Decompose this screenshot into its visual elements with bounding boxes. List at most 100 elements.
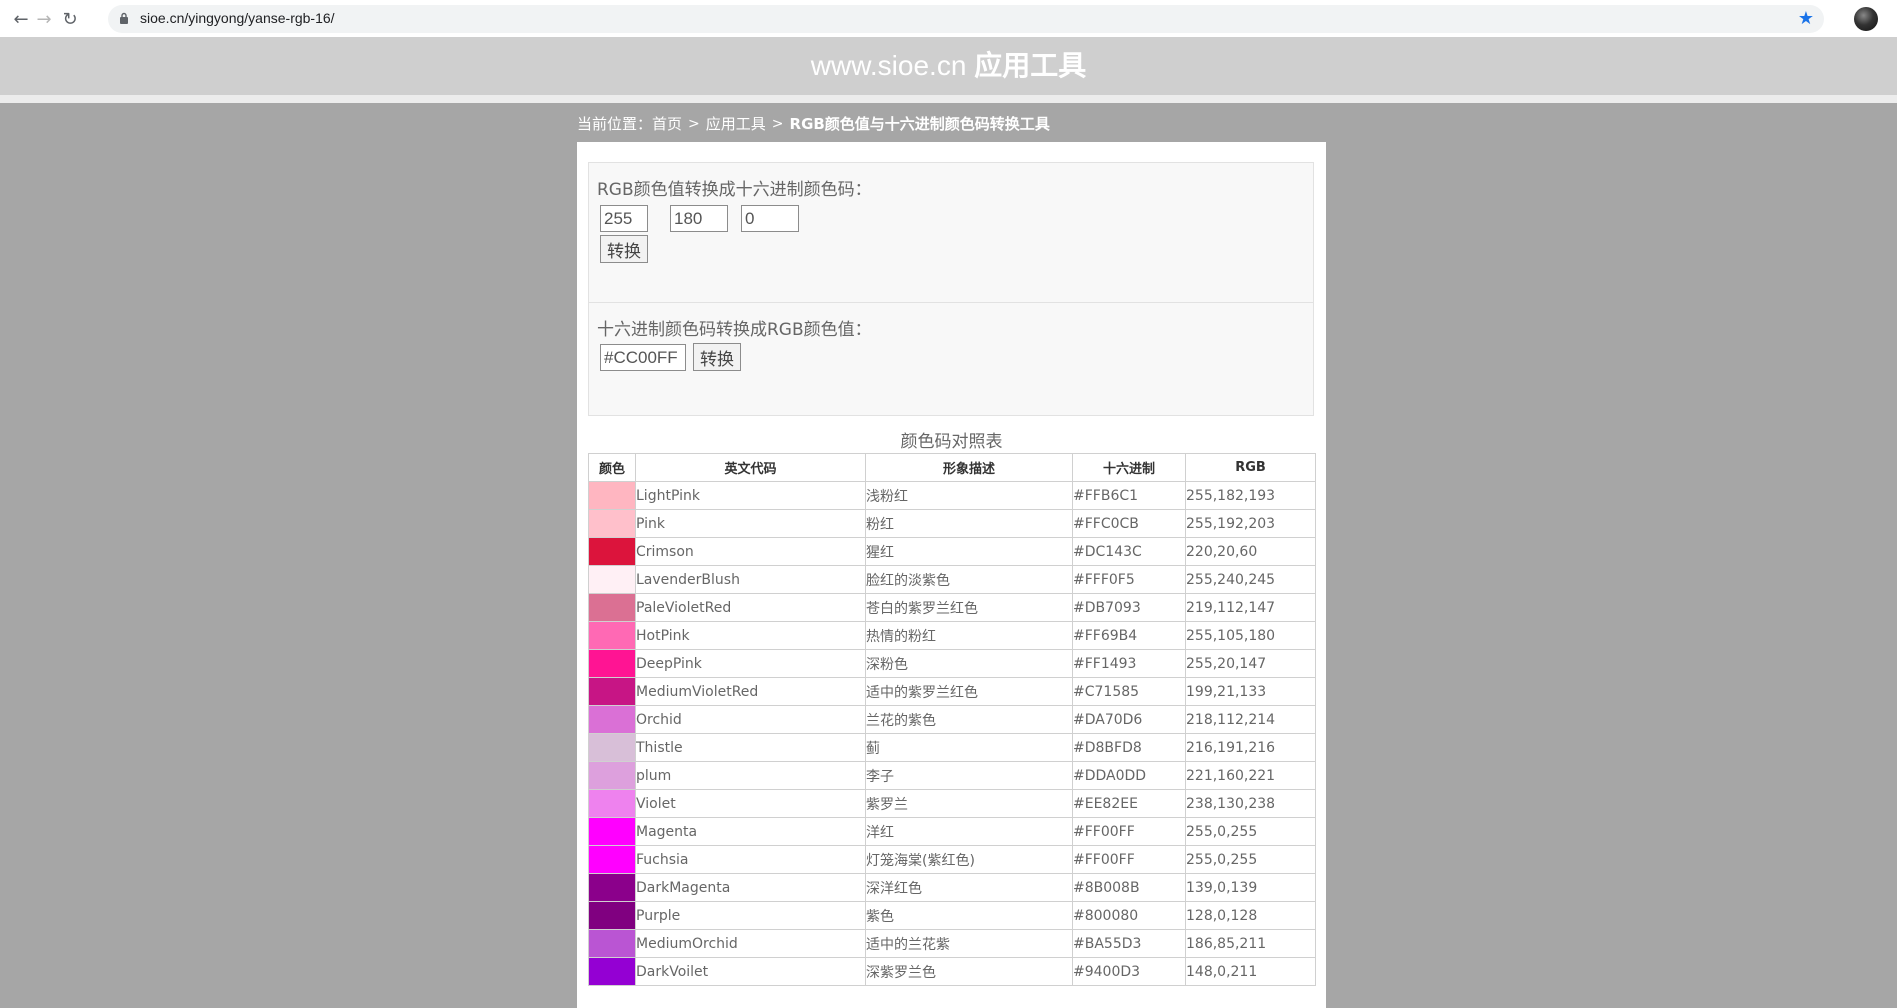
- table-row: Orchid 兰花的紫色 #DA70D6 218,112,214: [588, 705, 1316, 734]
- color-table-body: LightPink 浅粉红 #FFB6C1 255,182,193 Pink 粉红 #FFC…: [588, 481, 1316, 986]
- color-hex-code: #DC143C: [1072, 537, 1186, 566]
- blue-input[interactable]: [741, 205, 799, 232]
- color-swatch: [588, 537, 636, 566]
- color-english-name: Fuchsia: [635, 845, 866, 874]
- color-description: 灯笼海棠(紫红色): [865, 845, 1073, 874]
- lock-icon: [120, 12, 128, 24]
- header-hex: 十六进制: [1072, 453, 1186, 482]
- breadcrumb-prefix: 当前位置：: [577, 115, 653, 133]
- color-description: 猩红: [865, 537, 1073, 566]
- color-english-name: Thistle: [635, 733, 866, 762]
- site-header: www.sioe.cn 应用工具: [0, 37, 1897, 103]
- color-description: 粉红: [865, 509, 1073, 538]
- color-hex-code: #9400D3: [1072, 957, 1186, 986]
- color-swatch: [588, 789, 636, 818]
- color-swatch: [588, 649, 636, 678]
- color-hex-code: #DA70D6: [1072, 705, 1186, 734]
- color-hex-code: #FF00FF: [1072, 845, 1186, 874]
- rgb-convert-button[interactable]: 转换: [600, 235, 648, 263]
- color-swatch: [588, 845, 636, 874]
- color-swatch: [588, 901, 636, 930]
- color-rgb-value: 221,160,221: [1185, 761, 1316, 790]
- color-rgb-value: 128,0,128: [1185, 901, 1316, 930]
- color-english-name: DarkVoilet: [635, 957, 866, 986]
- back-arrow-icon[interactable]: ←: [9, 7, 33, 31]
- color-hex-code: #8B008B: [1072, 873, 1186, 902]
- table-row: HotPink 热情的粉红 #FF69B4 255,105,180: [588, 621, 1316, 650]
- hex-to-rgb-tool: 十六进制颜色码转换成RGB颜色值： 转换: [588, 302, 1314, 416]
- color-hex-code: #D8BFD8: [1072, 733, 1186, 762]
- color-swatch: [588, 677, 636, 706]
- color-swatch: [588, 761, 636, 790]
- table-row: MediumOrchid 适中的兰花紫 #BA55D3 186,85,211: [588, 929, 1316, 958]
- color-rgb-value: 255,0,255: [1185, 817, 1316, 846]
- url-text: sioe.cn/yingyong/yanse-rgb-16/: [140, 10, 335, 26]
- color-english-name: plum: [635, 761, 866, 790]
- color-english-name: Orchid: [635, 705, 866, 734]
- color-rgb-value: 139,0,139: [1185, 873, 1316, 902]
- color-description: 深洋红色: [865, 873, 1073, 902]
- color-swatch: [588, 733, 636, 762]
- color-english-name: LavenderBlush: [635, 565, 866, 594]
- table-row: DarkMagenta 深洋红色 #8B008B 139,0,139: [588, 873, 1316, 902]
- hex-convert-button[interactable]: 转换: [693, 343, 741, 371]
- color-english-name: LightPink: [635, 481, 866, 510]
- browser-toolbar: ← → ↻ sioe.cn/yingyong/yanse-rgb-16/ ★: [0, 0, 1897, 38]
- color-rgb-value: 148,0,211: [1185, 957, 1316, 986]
- header-rgb: RGB: [1185, 453, 1316, 482]
- color-swatch: [588, 957, 636, 986]
- table-row: Violet 紫罗兰 #EE82EE 238,130,238: [588, 789, 1316, 818]
- color-description: 适中的兰花紫: [865, 929, 1073, 958]
- red-input[interactable]: [600, 205, 648, 232]
- table-row: LavenderBlush 脸红的淡紫色 #FFF0F5 255,240,245: [588, 565, 1316, 594]
- color-hex-code: #C71585: [1072, 677, 1186, 706]
- color-english-name: MediumOrchid: [635, 929, 866, 958]
- color-rgb-value: 218,112,214: [1185, 705, 1316, 734]
- color-english-name: Violet: [635, 789, 866, 818]
- color-rgb-value: 255,0,255: [1185, 845, 1316, 874]
- color-description: 李子: [865, 761, 1073, 790]
- color-english-name: DeepPink: [635, 649, 866, 678]
- breadcrumb: 当前位置：首页 > 应用工具 > RGB颜色值与十六进制颜色码转换工具: [577, 113, 1050, 134]
- table-row: plum 李子 #DDA0DD 221,160,221: [588, 761, 1316, 790]
- color-rgb-value: 255,240,245: [1185, 565, 1316, 594]
- reload-icon[interactable]: ↻: [58, 7, 82, 31]
- rgb-to-hex-label: RGB颜色值转换成十六进制颜色码：: [597, 180, 872, 200]
- green-input[interactable]: [670, 205, 728, 232]
- breadcrumb-section-link[interactable]: 应用工具: [706, 115, 766, 133]
- color-swatch: [588, 509, 636, 538]
- main-panel: RGB颜色值转换成十六进制颜色码： 转换 十六进制颜色码转换成RGB颜色值： 转…: [577, 142, 1326, 1008]
- color-english-name: Pink: [635, 509, 866, 538]
- color-table-header-row: 颜色 英文代码 形象描述 十六进制 RGB: [588, 453, 1316, 482]
- color-description: 热情的粉红: [865, 621, 1073, 650]
- color-rgb-value: 255,20,147: [1185, 649, 1316, 678]
- color-english-name: DarkMagenta: [635, 873, 866, 902]
- forward-arrow-icon[interactable]: →: [32, 7, 56, 31]
- color-swatch: [588, 929, 636, 958]
- table-row: Pink 粉红 #FFC0CB 255,192,203: [588, 509, 1316, 538]
- color-swatch: [588, 565, 636, 594]
- color-hex-code: #DDA0DD: [1072, 761, 1186, 790]
- hex-input[interactable]: [600, 344, 686, 371]
- color-hex-code: #BA55D3: [1072, 929, 1186, 958]
- table-row: Fuchsia 灯笼海棠(紫红色) #FF00FF 255,0,255: [588, 845, 1316, 874]
- bookmark-star-icon[interactable]: ★: [1798, 8, 1814, 29]
- color-description: 苍白的紫罗兰红色: [865, 593, 1073, 622]
- color-description: 适中的紫罗兰红色: [865, 677, 1073, 706]
- color-hex-code: #FFB6C1: [1072, 481, 1186, 510]
- header-english-name: 英文代码: [635, 453, 866, 482]
- profile-avatar[interactable]: [1854, 7, 1878, 31]
- color-table-caption: 颜色码对照表: [900, 432, 1003, 452]
- table-row: PaleVioletRed 苍白的紫罗兰红色 #DB7093 219,112,147: [588, 593, 1316, 622]
- color-english-name: Purple: [635, 901, 866, 930]
- color-english-name: HotPink: [635, 621, 866, 650]
- breadcrumb-home-link[interactable]: 首页: [652, 115, 682, 133]
- address-bar[interactable]: sioe.cn/yingyong/yanse-rgb-16/ ★: [108, 5, 1824, 33]
- table-row: Purple 紫色 #800080 128,0,128: [588, 901, 1316, 930]
- color-swatch: [588, 593, 636, 622]
- table-row: Thistle 蓟 #D8BFD8 216,191,216: [588, 733, 1316, 762]
- breadcrumb-current: RGB颜色值与十六进制颜色码转换工具: [789, 115, 1050, 133]
- color-rgb-value: 238,130,238: [1185, 789, 1316, 818]
- color-description: 紫罗兰: [865, 789, 1073, 818]
- site-title-section: 应用工具: [974, 50, 1087, 81]
